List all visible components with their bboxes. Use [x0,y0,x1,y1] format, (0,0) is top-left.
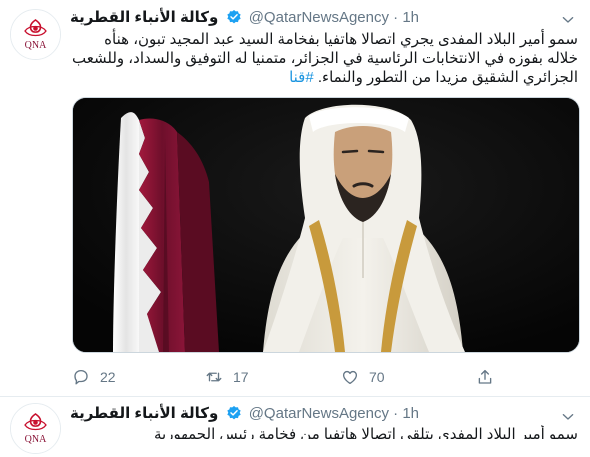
retweet-count: 17 [233,369,249,385]
like-count: 70 [369,369,385,385]
svg-text:QNA: QNA [25,40,47,51]
hashtag-link[interactable]: #قنا [289,69,314,86]
tweet-body: سمو أمير البلاد المفدى يتلقى اتصالا هاتف… [154,426,578,439]
separator-dot: · [393,405,399,422]
chevron-down-icon[interactable] [560,12,576,28]
tweet-timestamp[interactable]: 1h [402,9,419,26]
verified-badge-icon [226,10,241,24]
tweet-header: وكالة الأنباء القطرية @QatarNewsAgency ·… [70,8,419,28]
reply-icon [74,369,88,385]
tweet-text: سمو أمير البلاد المفدى يتلقى اتصالا هاتف… [72,425,578,439]
chevron-down-icon[interactable] [560,409,576,425]
author-handle[interactable]: @QatarNewsAgency [249,9,389,26]
qna-logo-icon: QNA [11,404,60,453]
svg-text:QNA: QNA [25,434,47,445]
like-icon [342,370,358,385]
tweet[interactable]: QNA وكالة الأنباء القطرية @QatarNewsAgen… [0,397,590,457]
tweet-text: سمو أمير البلاد المفدى يجري اتصالا هاتفي… [72,30,578,87]
tweet-actions: 22 17 70 [72,366,578,388]
share-button[interactable] [476,366,494,388]
qna-logo-icon: QNA [11,10,60,59]
tweet-header: وكالة الأنباء القطرية @QatarNewsAgency ·… [70,404,419,424]
tweet-body: سمو أمير البلاد المفدى يجري اتصالا هاتفي… [72,31,578,86]
author-name[interactable]: وكالة الأنباء القطرية [70,405,218,422]
reply-button[interactable]: 22 [72,366,116,388]
share-icon [478,369,492,384]
verified-badge-icon [226,406,241,420]
portrait-image [73,98,579,352]
retweet-button[interactable]: 17 [205,366,249,388]
tweet[interactable]: QNA وكالة الأنباء القطرية @QatarNewsAgen… [0,0,590,397]
reply-count: 22 [100,369,116,385]
tweet-timestamp[interactable]: 1h [402,405,419,422]
author-handle[interactable]: @QatarNewsAgency [249,405,389,422]
tweet-image[interactable] [72,97,580,353]
retweet-icon [206,372,222,382]
separator-dot: · [393,9,399,26]
author-name[interactable]: وكالة الأنباء القطرية [70,9,218,26]
avatar[interactable]: QNA [10,9,61,60]
avatar[interactable]: QNA [10,403,61,454]
like-button[interactable]: 70 [341,366,385,388]
